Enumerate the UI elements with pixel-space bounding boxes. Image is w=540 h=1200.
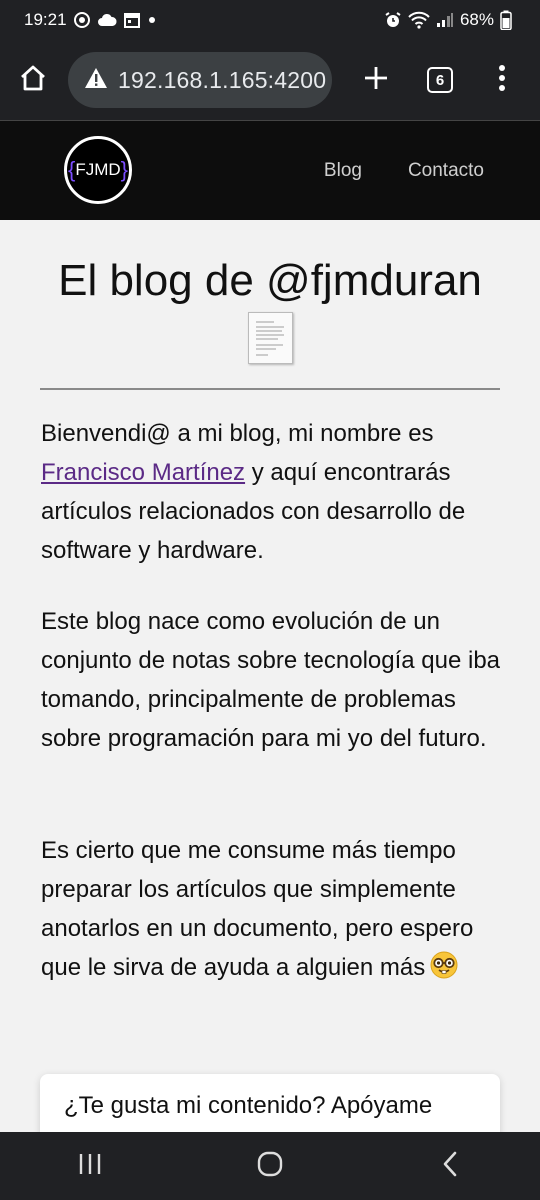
recents-button[interactable] xyxy=(50,1132,130,1200)
intro-paragraph: Bienvendi@ a mi blog, mi nombre es Franc… xyxy=(41,414,501,570)
wifi-icon xyxy=(408,11,430,29)
status-right: 68% xyxy=(384,10,512,30)
logo-brace-left: { xyxy=(67,157,76,182)
whatsapp-icon xyxy=(73,11,91,29)
address-bar[interactable]: 192.168.1.165:4200 xyxy=(68,52,332,108)
home-nav-button[interactable] xyxy=(230,1132,310,1200)
site-header: {FJMD} Blog Contacto xyxy=(0,120,540,220)
origin-paragraph: Este blog nace como evolución de un conj… xyxy=(41,608,501,752)
purpose-paragraph: Es cierto que me consume más tiempo prep… xyxy=(41,831,501,987)
home-button[interactable] xyxy=(0,40,66,120)
new-tab-button[interactable] xyxy=(344,40,408,120)
logo-brace-right: } xyxy=(120,157,129,182)
back-icon xyxy=(442,1151,458,1182)
support-text: ¿Te gusta mi contenido? Apóyame xyxy=(64,1092,433,1119)
plus-icon xyxy=(364,66,388,95)
site-nav: Blog Contacto xyxy=(324,121,540,221)
title-divider xyxy=(40,388,500,390)
logo-text: FJMD xyxy=(75,160,121,179)
more-vert-icon xyxy=(498,64,506,97)
purpose-text: Es cierto que me consume más tiempo prep… xyxy=(41,837,474,981)
battery-percent: 68% xyxy=(459,10,494,29)
browser-toolbar: 192.168.1.165:4200 6 xyxy=(0,40,540,120)
nerd-face-emoji-icon xyxy=(429,950,459,980)
nav-link-contacto[interactable]: Contacto xyxy=(408,160,484,182)
tabs-icon: 6 xyxy=(427,67,453,93)
author-link[interactable]: Francisco Martínez xyxy=(41,459,245,486)
alarm-icon xyxy=(384,11,402,29)
cloud-icon xyxy=(97,12,117,28)
warning-icon xyxy=(84,67,108,94)
battery-icon xyxy=(500,10,512,30)
status-bar: 19:21 68% xyxy=(0,0,540,40)
intro-text-before: Bienvendi@ a mi blog, mi nombre es xyxy=(41,420,434,447)
document-icon xyxy=(248,312,293,364)
signal-icon xyxy=(436,12,454,28)
nav-link-blog[interactable]: Blog xyxy=(324,160,362,182)
home-nav-icon xyxy=(257,1151,283,1182)
system-nav-bar xyxy=(0,1132,540,1200)
dot-icon xyxy=(147,15,157,25)
calendar-icon xyxy=(123,11,141,29)
home-icon xyxy=(18,64,48,97)
back-button[interactable] xyxy=(410,1132,490,1200)
page-title: El blog de @fjmduran xyxy=(58,256,482,305)
url-text: 192.168.1.165:4200 xyxy=(118,66,327,93)
site-logo[interactable]: {FJMD} xyxy=(64,136,132,204)
tab-count: 6 xyxy=(435,71,445,89)
recents-icon xyxy=(78,1153,102,1180)
status-left: 19:21 xyxy=(24,10,157,30)
support-card[interactable]: ¿Te gusta mi contenido? Apóyame xyxy=(40,1074,500,1132)
status-time: 19:21 xyxy=(24,10,67,29)
browser-menu-button[interactable] xyxy=(472,40,532,120)
main-content: El blog de @fjmduran Bienvendi@ a mi blo… xyxy=(0,220,540,1132)
tab-switcher-button[interactable]: 6 xyxy=(408,40,472,120)
